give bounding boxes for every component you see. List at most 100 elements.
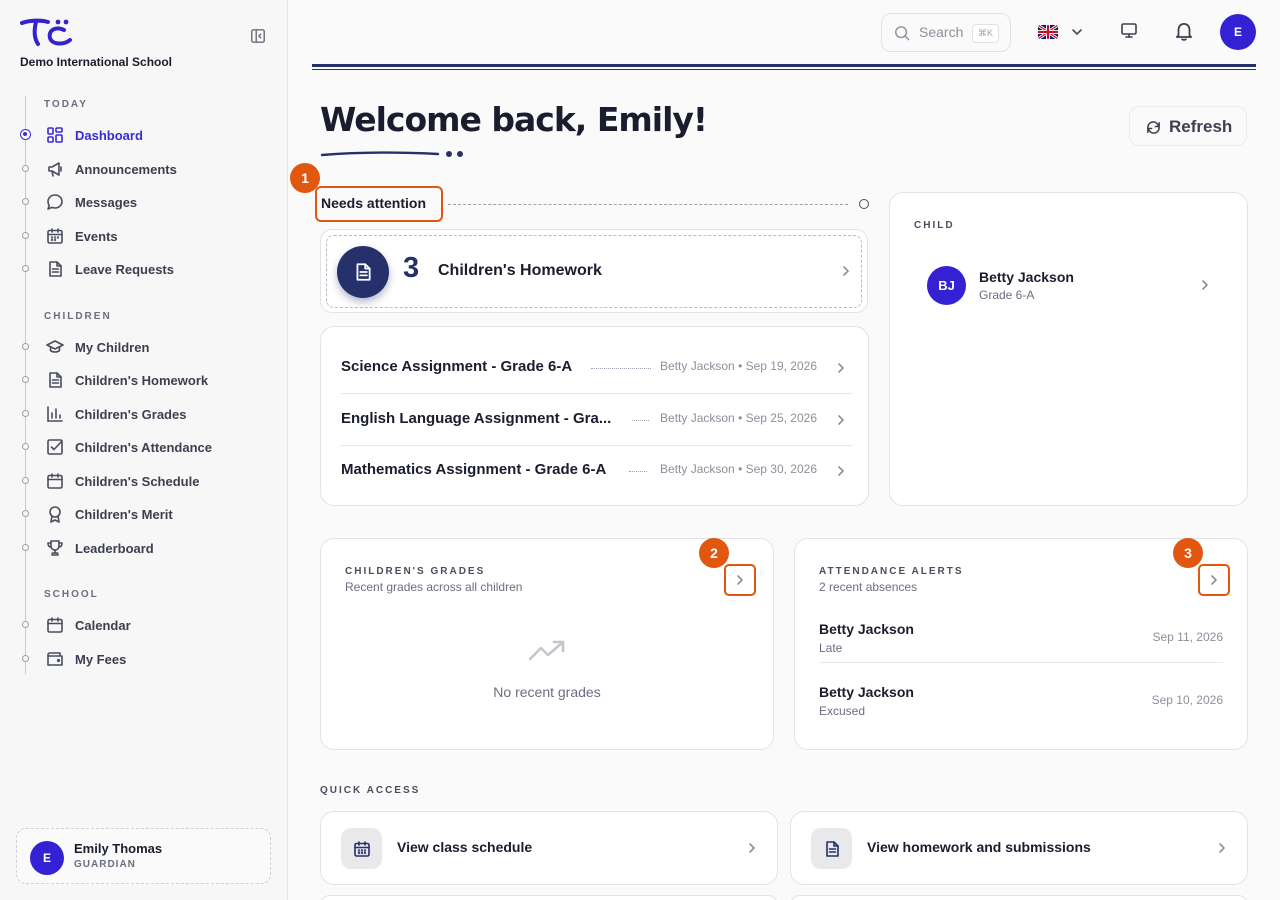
- trophy-icon: [47, 540, 63, 556]
- attendance-item[interactable]: Betty Jackson Late Sep 11, 2026: [819, 615, 1223, 665]
- homework-meta: Betty Jackson • Sep 25, 2026: [660, 411, 817, 425]
- award-icon: [49, 506, 61, 523]
- homework-title: English Language Assignment - Gra...: [341, 410, 612, 427]
- childrens-grades-card: CHILDREN'S GRADES Recent grades across a…: [320, 538, 774, 750]
- grades-open-button[interactable]: [724, 564, 756, 596]
- nav-item-events[interactable]: Events: [0, 221, 288, 251]
- nav-dot: [22, 198, 29, 205]
- homework-item[interactable]: Mathematics Assignment - Grade 6-A Betty…: [341, 446, 853, 497]
- nav-item-childrens-attendance[interactable]: Children's Attendance: [0, 432, 288, 462]
- nav-item-childrens-homework[interactable]: Children's Homework: [0, 365, 288, 395]
- homework-icon-circle: [337, 246, 389, 298]
- attendance-date: Sep 10, 2026: [1151, 693, 1223, 707]
- school-name: Demo International School: [20, 55, 173, 69]
- document-icon: [49, 261, 62, 277]
- chevron-down-icon: [1072, 29, 1082, 35]
- attendance-open-button[interactable]: [1198, 564, 1230, 596]
- nav-item-leaderboard[interactable]: Leaderboard: [0, 533, 288, 563]
- refresh-button[interactable]: Refresh: [1129, 106, 1247, 146]
- tile-icon-box: [811, 828, 852, 869]
- nav-label: Dashboard: [75, 128, 143, 143]
- bar-chart-icon: [47, 406, 63, 422]
- refresh-icon: [1147, 121, 1160, 134]
- needs-attention-divider: [448, 204, 848, 205]
- nav-dot: [22, 376, 29, 383]
- language-selector[interactable]: [1038, 22, 1086, 42]
- homework-list: Science Assignment - Grade 6-A Betty Jac…: [320, 326, 869, 506]
- homework-meta: Betty Jackson • Sep 19, 2026: [660, 359, 817, 373]
- nav-label: Announcements: [75, 162, 177, 177]
- homework-item[interactable]: English Language Assignment - Gra... Bet…: [341, 395, 853, 446]
- uk-flag-icon: [1038, 25, 1058, 39]
- nav-item-childrens-schedule[interactable]: Children's Schedule: [0, 466, 288, 496]
- row-leader-dots: [629, 471, 647, 472]
- nav-label: Messages: [75, 195, 138, 210]
- nav-item-childrens-grades[interactable]: Children's Grades: [0, 399, 288, 429]
- nav-item-my-children[interactable]: My Children: [0, 332, 288, 362]
- homework-item[interactable]: Science Assignment - Grade 6-A Betty Jac…: [341, 343, 853, 394]
- child-grade: Grade 6-A: [979, 288, 1035, 302]
- tile-label: View homework and submissions: [867, 839, 1091, 855]
- timeline-end-marker: [859, 199, 869, 209]
- quick-access-tile-partial[interactable]: [790, 895, 1248, 900]
- nav-item-messages[interactable]: Messages: [0, 187, 288, 217]
- nav-dot: [22, 510, 29, 517]
- calendar-icon: [47, 617, 63, 633]
- calendar-icon: [353, 840, 370, 857]
- card-subtitle: 2 recent absences: [819, 580, 918, 594]
- search-input[interactable]: Search ⌘K: [881, 13, 1011, 52]
- quick-access-tile-partial[interactable]: [320, 895, 778, 900]
- quick-access-schedule-tile[interactable]: View class schedule: [320, 811, 778, 885]
- student-name: Betty Jackson: [819, 621, 914, 637]
- row-leader-dots: [591, 368, 651, 369]
- child-avatar: BJ: [927, 266, 966, 305]
- account-avatar-button[interactable]: E: [1220, 14, 1256, 50]
- user-profile-card[interactable]: E Emily Thomas GUARDIAN: [16, 828, 271, 884]
- search-placeholder: Search: [919, 24, 964, 40]
- nav-label: Leaderboard: [75, 541, 154, 556]
- nav-item-my-fees[interactable]: My Fees: [0, 644, 288, 674]
- nav-section-today: TODAY: [44, 99, 88, 110]
- message-icon: [47, 194, 63, 210]
- nav-item-dashboard[interactable]: Dashboard: [0, 120, 288, 150]
- notifications-button[interactable]: [1173, 20, 1195, 42]
- attendance-item[interactable]: Betty Jackson Excused Sep 10, 2026: [819, 678, 1223, 728]
- homework-summary-card[interactable]: 3 Children's Homework: [320, 229, 868, 313]
- nav-dot: [22, 410, 29, 417]
- monitor-icon: [1121, 23, 1137, 38]
- child-name: Betty Jackson: [979, 269, 1074, 285]
- child-row[interactable]: BJ Betty Jackson Grade 6-A: [927, 264, 1217, 308]
- nav-item-announcements[interactable]: Announcements: [0, 154, 288, 184]
- homework-summary-inner: 3 Children's Homework: [326, 235, 862, 308]
- sidebar: Demo International School TODAY Dashboar…: [0, 0, 288, 900]
- attendance-date: Sep 11, 2026: [1152, 630, 1223, 644]
- graduation-cap-icon: [46, 340, 64, 353]
- chevron-right-icon: [838, 466, 844, 476]
- nav-item-leave-requests[interactable]: Leave Requests: [0, 254, 288, 284]
- display-mode-button[interactable]: [1120, 21, 1138, 39]
- chevron-right-icon: [1211, 575, 1217, 585]
- calendar-icon: [47, 473, 63, 489]
- tile-icon-box: [341, 828, 382, 869]
- nav-label: My Fees: [75, 652, 127, 667]
- quick-access-homework-tile[interactable]: View homework and submissions: [790, 811, 1248, 885]
- bell-icon: [1175, 22, 1193, 41]
- nav-item-childrens-merit[interactable]: Children's Merit: [0, 499, 288, 529]
- attendance-status: Excused: [819, 704, 866, 718]
- card-subtitle: Recent grades across all children: [345, 580, 523, 594]
- row-divider: [819, 662, 1223, 663]
- collapse-sidebar-button[interactable]: [250, 28, 268, 46]
- nav-label: Events: [75, 229, 118, 244]
- search-shortcut: ⌘K: [972, 24, 999, 43]
- homework-meta: Betty Jackson • Sep 30, 2026: [660, 462, 817, 476]
- nav-label: My Children: [75, 340, 150, 355]
- annotation-badge: 3: [1173, 538, 1203, 568]
- nav-dot: [22, 621, 29, 628]
- nav-section-school: SCHOOL: [44, 589, 99, 600]
- nav-item-calendar[interactable]: Calendar: [0, 610, 288, 640]
- chevron-right-icon: [838, 415, 844, 425]
- wallet-icon: [47, 652, 63, 666]
- dashboard-icon: [47, 127, 63, 143]
- chevron-right-icon: [737, 575, 743, 585]
- empty-state-text: No recent grades: [493, 684, 601, 700]
